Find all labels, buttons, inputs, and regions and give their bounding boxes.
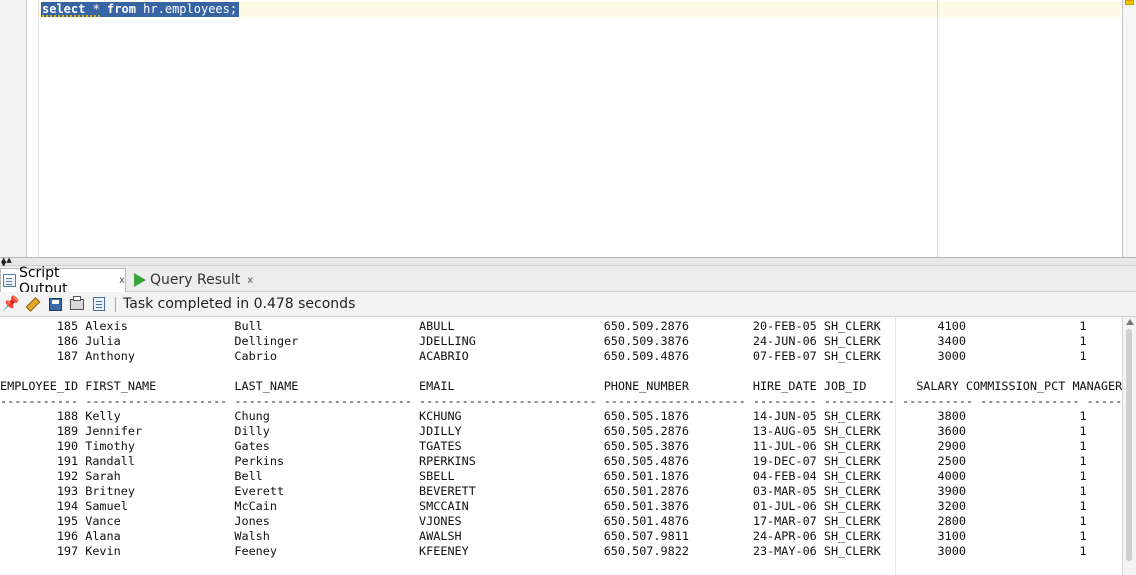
tab-label: Query Result: [150, 272, 241, 288]
open-output-button[interactable]: [91, 296, 107, 312]
sql-keyword-from: from: [107, 2, 136, 16]
editor-line-gutter: [0, 0, 26, 258]
print-icon: [70, 295, 84, 310]
vertical-scrollbar[interactable]: [1122, 317, 1136, 575]
output-line: 186 Julia Dellinger JDELLING 650.509.387…: [0, 334, 1087, 348]
play-icon: [134, 273, 146, 287]
clear-output-button[interactable]: [25, 296, 41, 312]
panel-splitter[interactable]: ▲▲ ▼: [0, 257, 1136, 268]
sql-keyword-select: select: [42, 2, 86, 16]
code-folding-margin: [27, 0, 39, 258]
toolbar-separator: [115, 296, 116, 312]
output-line: 196 Alana Walsh AWALSH 650.507.9811 24-A…: [0, 529, 1087, 543]
freeze-view-button[interactable]: 📌: [2, 296, 20, 312]
close-icon[interactable]: x: [247, 275, 253, 286]
script-icon: [3, 274, 16, 287]
save-output-button[interactable]: [47, 296, 63, 312]
scrollbar-thumb[interactable]: [1126, 329, 1132, 561]
output-line: 189 Jennifer Dilly JDILLY 650.505.2876 1…: [0, 424, 1087, 438]
tab-script-output[interactable]: Script Output x: [0, 265, 126, 297]
output-line: 194 Samuel McCain SMCCAIN 650.501.3876 0…: [0, 499, 1087, 513]
tab-query-result[interactable]: Query Result x: [132, 268, 253, 292]
sql-table-name: hr.employees;: [135, 2, 238, 16]
status-message: Task completed in 0.478 seconds: [123, 296, 356, 312]
splitter-arrows-icon[interactable]: ▲▲ ▼: [1, 257, 12, 268]
save-icon: [48, 297, 62, 311]
sql-statement-selected[interactable]: select * from hr.employees;: [41, 2, 240, 17]
output-line: 193 Britney Everett BEVERETT 650.501.287…: [0, 484, 1087, 498]
output-tab-bar: Script Output x Query Result x: [0, 265, 1136, 297]
scroll-up-arrow-icon[interactable]: [1126, 319, 1134, 325]
output-line: 195 Vance Jones VJONES 650.501.4876 17-M…: [0, 514, 1087, 528]
output-line: 191 Randall Perkins RPERKINS 650.505.487…: [0, 454, 1087, 468]
close-icon[interactable]: x: [119, 275, 125, 286]
warning-marker-icon[interactable]: [1125, 0, 1134, 5]
output-text: 185 Alexis Bull ABULL 650.509.2876 20-FE…: [0, 319, 1136, 559]
output-line: 188 Kelly Chung KCHUNG 650.505.1876 14-J…: [0, 409, 1087, 423]
output-toolbar: 📌 Task completed in 0.478 seconds: [0, 292, 1136, 317]
output-line: 197 Kevin Feeney KFEENEY 650.507.9822 23…: [0, 544, 1087, 558]
right-margin-guide: [937, 0, 938, 258]
output-line: 187 Anthony Cabrio ACABRIO 650.509.4876 …: [0, 349, 1087, 363]
print-button[interactable]: [69, 295, 85, 312]
output-line: ----------- -------------------- -------…: [0, 394, 1136, 408]
output-line: EMPLOYEE_ID FIRST_NAME LAST_NAME EMAIL P…: [0, 379, 1130, 393]
script-output-pane[interactable]: 185 Alexis Bull ABULL 650.509.2876 20-FE…: [0, 317, 1136, 575]
syntax-warning-underline: [42, 15, 100, 17]
eraser-icon: [25, 296, 41, 312]
output-line: 185 Alexis Bull ABULL 650.509.2876 20-FE…: [0, 319, 1087, 333]
sql-star: *: [85, 2, 108, 16]
sql-editor[interactable]: select * from hr.employees;: [0, 0, 1136, 258]
output-line: 192 Sarah Bell SBELL 650.501.1876 04-FEB…: [0, 469, 1087, 483]
output-line: 190 Timothy Gates TGATES 650.505.3876 11…: [0, 439, 1087, 453]
document-icon: [93, 297, 105, 311]
overview-ruler[interactable]: [1123, 0, 1136, 258]
pin-icon: 📌: [2, 296, 20, 312]
